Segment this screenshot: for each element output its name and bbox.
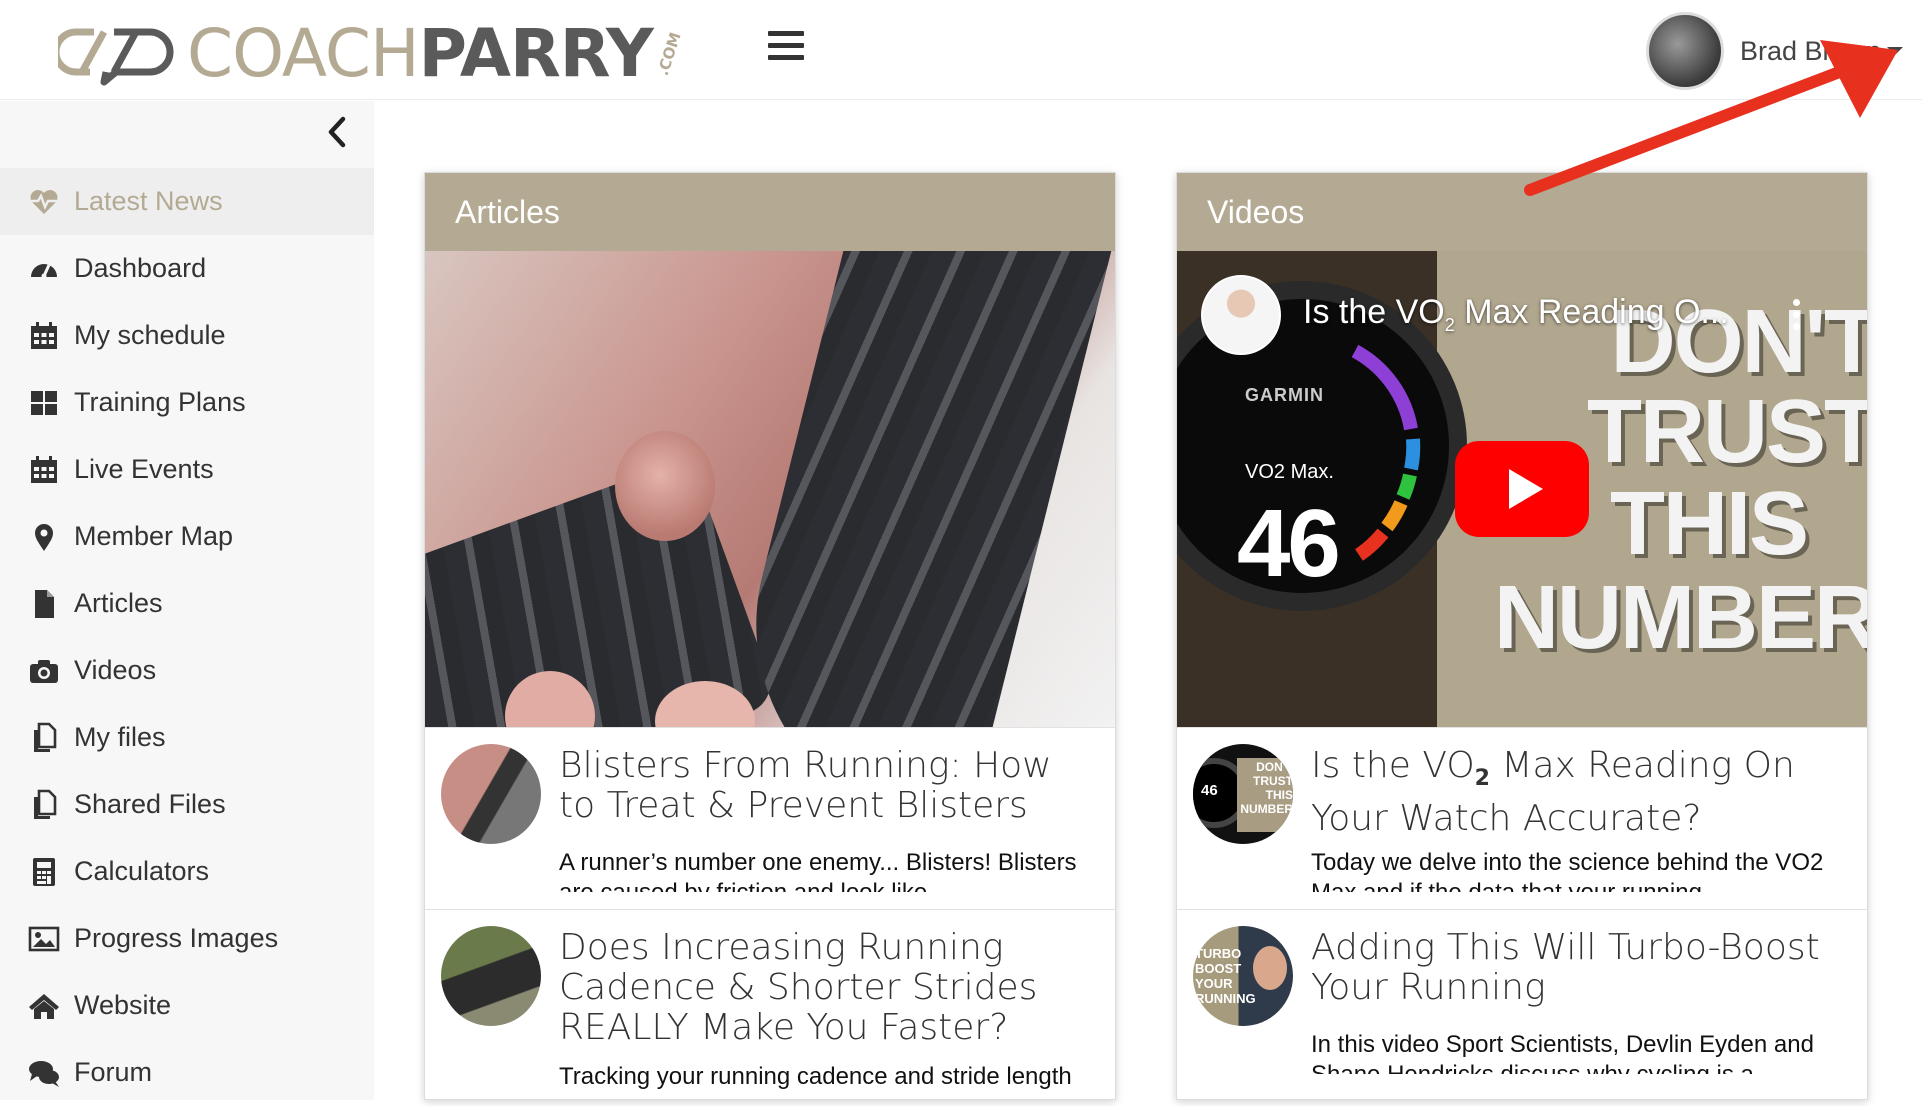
video-title[interactable]: Adding This Will Turbo-Boost Your Runnin… [1311, 928, 1851, 1008]
sidebar-item-label: My files [74, 722, 166, 752]
files-icon [26, 720, 62, 756]
map-marker-icon [26, 519, 62, 555]
sidebar-item-training-plans[interactable]: Training Plans [0, 369, 374, 436]
youtube-play-button[interactable] [1455, 441, 1589, 537]
article-list-item[interactable]: Blisters From Running: How to Treat & Pr… [425, 727, 1115, 909]
grid-icon [26, 385, 62, 421]
overlay-text-line: TRUST [1587, 382, 1867, 482]
sidebar-item-label: Dashboard [74, 253, 207, 283]
image-icon [26, 921, 62, 957]
watch-brand-text: GARMIN [1245, 385, 1324, 405]
video-list-item[interactable]: TURBO BOOST YOUR RUNNING Adding This Wil… [1177, 909, 1867, 1091]
logo-com-text: .COM [653, 30, 685, 78]
camera-icon [26, 653, 62, 689]
video-list-item[interactable]: 46 DON'T TRUST THIS NUMBER Is the VO2 Ma… [1177, 727, 1867, 909]
article-thumbnail[interactable] [441, 926, 541, 1026]
video-title[interactable]: Is the VO2 Max Reading On Your Watch Acc… [1311, 745, 1851, 839]
overlay-text-line: THIS [1609, 474, 1809, 574]
sidebar-item-label: Latest News [74, 186, 223, 216]
calendar-icon [26, 318, 62, 354]
articles-featured-image[interactable] [425, 251, 1115, 727]
sidebar-item-label: Shared Files [74, 789, 226, 819]
play-icon [1509, 469, 1543, 509]
sidebar-item-label: Training Plans [74, 387, 246, 417]
sidebar-item-live-events[interactable]: Live Events [0, 436, 374, 503]
sidebar-nav: Latest News Dashboard My schedule Traini… [0, 168, 374, 1106]
logo-parry-text: PARRY [418, 15, 654, 92]
sidebar-item-label: Forum [74, 1057, 153, 1087]
avatar[interactable] [1646, 12, 1724, 90]
video-thumbnail[interactable]: 46 DON'T TRUST THIS NUMBER [1193, 744, 1293, 844]
youtube-video-player[interactable]: GARMIN VO2 Max. 46 DON'T TRUST THIS NUMB… [1177, 251, 1867, 727]
dashboard-icon [26, 251, 62, 287]
caret-down-icon[interactable] [1887, 47, 1904, 55]
menu-toggle-button[interactable] [768, 31, 804, 61]
logo-mark-icon [58, 28, 174, 86]
hamburger-icon [768, 31, 804, 36]
sidebar-item-label: Videos [74, 655, 157, 685]
sidebar-item-my-files[interactable]: My files [0, 704, 374, 771]
home-icon [26, 988, 62, 1024]
sidebar-item-videos[interactable]: Videos [0, 637, 374, 704]
logo-coach-text: COACH [187, 15, 420, 92]
articles-heading: Articles [425, 173, 1115, 251]
sidebar-item-dashboard[interactable]: Dashboard [0, 235, 374, 302]
article-list-item[interactable]: Does Increasing Running Cadence & Shorte… [425, 909, 1115, 1091]
sidebar-item-forum[interactable]: Forum [0, 1039, 374, 1106]
videos-panel: Videos GARMIN VO2 Max. 46 DON'T TRUST TH… [1176, 172, 1868, 1100]
sidebar-item-progress-images[interactable]: Progress Images [0, 905, 374, 972]
sidebar-item-my-schedule[interactable]: My schedule [0, 302, 374, 369]
article-excerpt: Tracking your running cadence and stride… [559, 1063, 1072, 1090]
articles-panel: Articles Blisters From Running: How to T… [424, 172, 1116, 1100]
sidebar-item-label: My schedule [74, 320, 226, 350]
article-title[interactable]: Does Increasing Running Cadence & Shorte… [559, 928, 1099, 1048]
calendar-icon [26, 452, 62, 488]
user-menu-dropdown[interactable]: Brad Brown [1646, 12, 1904, 90]
overlay-text-line: NUMBER [1494, 568, 1867, 668]
files-icon [26, 787, 62, 823]
watch-vo2-value: 46 [1237, 490, 1341, 597]
channel-avatar[interactable] [1201, 275, 1281, 355]
article-title[interactable]: Blisters From Running: How to Treat & Pr… [559, 746, 1099, 826]
more-options-icon[interactable] [1793, 299, 1801, 333]
sidebar-item-calculators[interactable]: Calculators [0, 838, 374, 905]
article-excerpt: A runner’s number one enemy... Blisters!… [559, 849, 1077, 892]
sidebar: Latest News Dashboard My schedule Traini… [0, 101, 374, 1100]
calculator-icon [26, 854, 62, 890]
sidebar-item-website[interactable]: Website [0, 972, 374, 1039]
coachparry-logo[interactable]: COACHPARRY .COM [58, 18, 691, 90]
watch-vo2-label: VO2 Max. [1245, 461, 1334, 483]
user-name[interactable]: Brad Brown [1740, 36, 1881, 67]
file-icon [26, 586, 62, 622]
sidebar-item-label: Progress Images [74, 923, 279, 953]
sidebar-item-label: Live Events [74, 454, 214, 484]
video-excerpt: Today we delve into the science behind t… [1311, 849, 1824, 892]
sidebar-item-shared-files[interactable]: Shared Files [0, 771, 374, 838]
sidebar-item-label: Member Map [74, 521, 234, 551]
video-player-title[interactable]: Is the VO2 Max Reading O... [1303, 293, 1729, 336]
sidebar-item-label: Calculators [74, 856, 210, 886]
comments-icon [26, 1055, 62, 1091]
top-header: COACHPARRY .COM Brad Brown [0, 0, 1922, 100]
sidebar-item-member-map[interactable]: Member Map [0, 503, 374, 570]
heartbeat-icon [26, 184, 62, 220]
video-excerpt: In this video Sport Scientists, Devlin E… [1311, 1031, 1814, 1074]
article-thumbnail[interactable] [441, 744, 541, 844]
sidebar-item-label: Website [74, 990, 172, 1020]
videos-heading: Videos [1177, 173, 1867, 251]
sidebar-item-label: Articles [74, 588, 163, 618]
video-thumbnail[interactable]: TURBO BOOST YOUR RUNNING [1193, 926, 1293, 1026]
sidebar-item-latest-news[interactable]: Latest News [0, 168, 374, 235]
sidebar-item-articles[interactable]: Articles [0, 570, 374, 637]
collapse-sidebar-chevron-icon[interactable] [322, 115, 352, 149]
